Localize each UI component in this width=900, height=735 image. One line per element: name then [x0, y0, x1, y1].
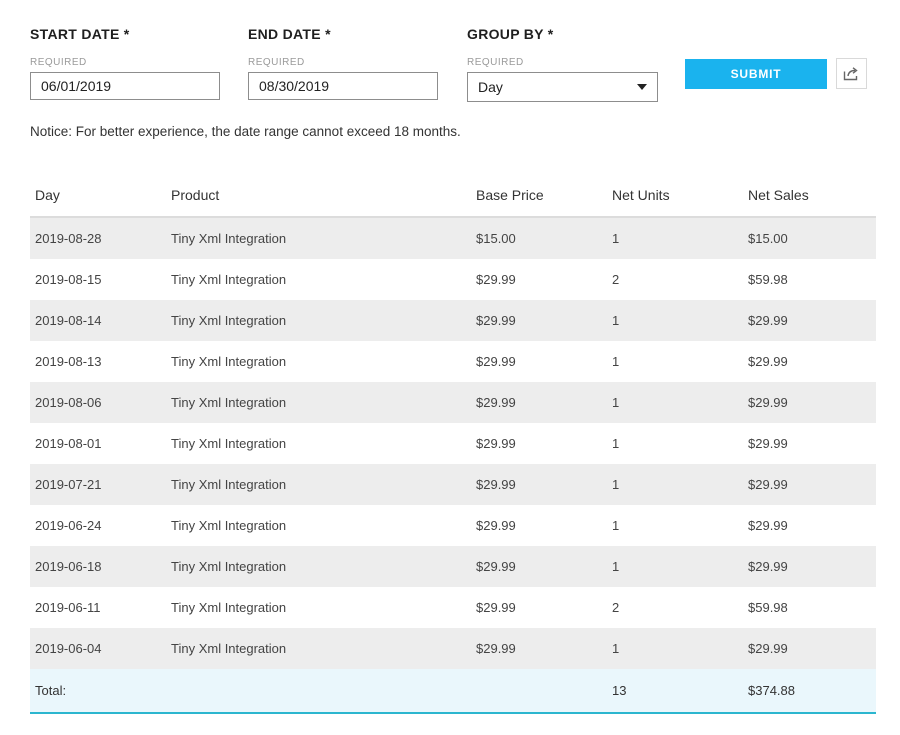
- cell-day: 2019-08-14: [30, 300, 166, 341]
- table-header-row: Day Product Base Price Net Units Net Sal…: [30, 173, 876, 218]
- group-by-label: GROUP BY *: [467, 26, 554, 42]
- sales-report-page: START DATE * REQUIRED END DATE * REQUIRE…: [0, 0, 900, 735]
- cell-net-units: 1: [607, 546, 743, 587]
- table-row: 2019-08-28 Tiny Xml Integration $15.00 1…: [30, 217, 876, 259]
- cell-net-units: 2: [607, 259, 743, 300]
- cell-base-price: $29.99: [471, 423, 607, 464]
- column-header-day[interactable]: Day: [30, 173, 166, 218]
- column-header-net-units[interactable]: Net Units: [607, 173, 743, 218]
- cell-base-price: $29.99: [471, 546, 607, 587]
- cell-product: Tiny Xml Integration: [166, 300, 471, 341]
- cell-base-price: $29.99: [471, 628, 607, 669]
- cell-day: 2019-07-21: [30, 464, 166, 505]
- total-label: Total:: [30, 669, 166, 714]
- end-date-group: END DATE * REQUIRED: [248, 26, 438, 100]
- total-net-units: 13: [607, 669, 743, 714]
- cell-net-sales: $29.99: [743, 546, 876, 587]
- chevron-down-icon: [637, 84, 647, 90]
- cell-product: Tiny Xml Integration: [166, 217, 471, 259]
- cell-day: 2019-08-01: [30, 423, 166, 464]
- table-row: 2019-08-15 Tiny Xml Integration $29.99 2…: [30, 259, 876, 300]
- cell-net-units: 2: [607, 587, 743, 628]
- column-header-net-sales[interactable]: Net Sales: [743, 173, 876, 218]
- group-by-required-hint: REQUIRED: [467, 57, 524, 68]
- table-row: 2019-06-24 Tiny Xml Integration $29.99 1…: [30, 505, 876, 546]
- column-header-product[interactable]: Product: [166, 173, 471, 218]
- cell-product: Tiny Xml Integration: [166, 628, 471, 669]
- table-row: 2019-06-18 Tiny Xml Integration $29.99 1…: [30, 546, 876, 587]
- cell-net-sales: $59.98: [743, 587, 876, 628]
- export-button[interactable]: [836, 58, 867, 89]
- total-row: Total: 13 $374.88: [30, 669, 876, 714]
- table-row: 2019-08-14 Tiny Xml Integration $29.99 1…: [30, 300, 876, 341]
- cell-day: 2019-06-24: [30, 505, 166, 546]
- start-date-label: START DATE *: [30, 26, 130, 42]
- table-row: 2019-08-06 Tiny Xml Integration $29.99 1…: [30, 382, 876, 423]
- table-row: 2019-08-01 Tiny Xml Integration $29.99 1…: [30, 423, 876, 464]
- group-by-group: GROUP BY * REQUIRED Day: [467, 26, 658, 102]
- cell-net-units: 1: [607, 300, 743, 341]
- date-range-notice: Notice: For better experience, the date …: [30, 124, 461, 139]
- submit-button[interactable]: SUBMIT: [685, 59, 827, 89]
- start-date-group: START DATE * REQUIRED: [30, 26, 220, 100]
- group-by-selected-value: Day: [478, 79, 503, 95]
- cell-net-sales: $29.99: [743, 300, 876, 341]
- cell-net-units: 1: [607, 217, 743, 259]
- cell-day: 2019-06-11: [30, 587, 166, 628]
- cell-net-units: 1: [607, 382, 743, 423]
- cell-base-price: $15.00: [471, 217, 607, 259]
- start-date-input[interactable]: [30, 72, 220, 100]
- group-by-select[interactable]: Day: [467, 72, 658, 102]
- table-row: 2019-06-04 Tiny Xml Integration $29.99 1…: [30, 628, 876, 669]
- cell-net-units: 1: [607, 505, 743, 546]
- cell-day: 2019-06-04: [30, 628, 166, 669]
- end-date-required-hint: REQUIRED: [248, 57, 305, 68]
- cell-net-units: 1: [607, 464, 743, 505]
- cell-day: 2019-08-13: [30, 341, 166, 382]
- table-row: 2019-07-21 Tiny Xml Integration $29.99 1…: [30, 464, 876, 505]
- cell-base-price: $29.99: [471, 382, 607, 423]
- cell-net-units: 1: [607, 423, 743, 464]
- cell-net-sales: $29.99: [743, 423, 876, 464]
- cell-base-price: $29.99: [471, 505, 607, 546]
- cell-product: Tiny Xml Integration: [166, 587, 471, 628]
- cell-day: 2019-08-06: [30, 382, 166, 423]
- cell-net-units: 1: [607, 628, 743, 669]
- cell-product: Tiny Xml Integration: [166, 546, 471, 587]
- cell-net-sales: $59.98: [743, 259, 876, 300]
- cell-product: Tiny Xml Integration: [166, 464, 471, 505]
- cell-net-sales: $29.99: [743, 464, 876, 505]
- cell-base-price: $29.99: [471, 259, 607, 300]
- sales-report-table: Day Product Base Price Net Units Net Sal…: [30, 173, 876, 714]
- cell-net-sales: $29.99: [743, 382, 876, 423]
- total-product-empty: [166, 669, 471, 714]
- cell-net-sales: $29.99: [743, 505, 876, 546]
- total-net-sales: $374.88: [743, 669, 876, 714]
- share-export-icon: [843, 67, 858, 81]
- cell-base-price: $29.99: [471, 587, 607, 628]
- cell-day: 2019-06-18: [30, 546, 166, 587]
- cell-base-price: $29.99: [471, 341, 607, 382]
- cell-product: Tiny Xml Integration: [166, 341, 471, 382]
- end-date-input[interactable]: [248, 72, 438, 100]
- table-row: 2019-08-13 Tiny Xml Integration $29.99 1…: [30, 341, 876, 382]
- column-header-base-price[interactable]: Base Price: [471, 173, 607, 218]
- cell-net-sales: $29.99: [743, 628, 876, 669]
- cell-net-sales: $29.99: [743, 341, 876, 382]
- cell-day: 2019-08-28: [30, 217, 166, 259]
- table-row: 2019-06-11 Tiny Xml Integration $29.99 2…: [30, 587, 876, 628]
- cell-base-price: $29.99: [471, 300, 607, 341]
- cell-product: Tiny Xml Integration: [166, 423, 471, 464]
- cell-product: Tiny Xml Integration: [166, 382, 471, 423]
- cell-net-units: 1: [607, 341, 743, 382]
- cell-product: Tiny Xml Integration: [166, 505, 471, 546]
- cell-day: 2019-08-15: [30, 259, 166, 300]
- total-price-empty: [471, 669, 607, 714]
- cell-product: Tiny Xml Integration: [166, 259, 471, 300]
- cell-base-price: $29.99: [471, 464, 607, 505]
- cell-net-sales: $15.00: [743, 217, 876, 259]
- end-date-label: END DATE *: [248, 26, 331, 42]
- start-date-required-hint: REQUIRED: [30, 57, 87, 68]
